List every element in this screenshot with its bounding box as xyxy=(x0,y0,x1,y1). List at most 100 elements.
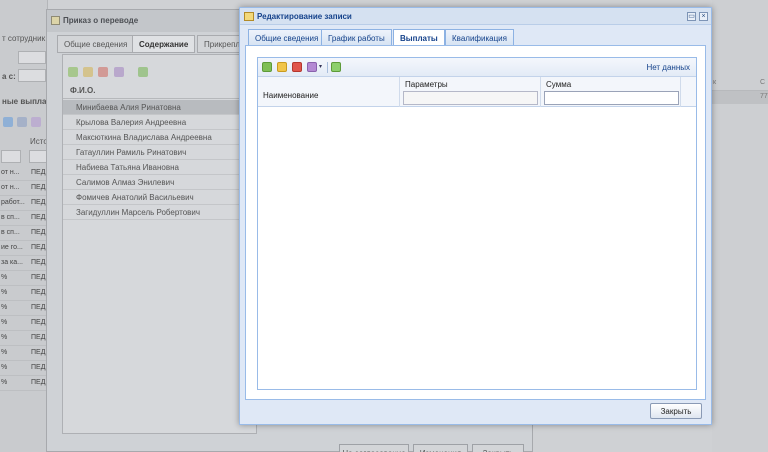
background-right-col2: С xyxy=(760,79,766,86)
column-sum[interactable]: Сумма xyxy=(541,77,681,107)
person-row: Гатауллин Рамиль Ринатович xyxy=(63,145,256,160)
date-label: а с: xyxy=(2,72,16,81)
background-dialog-title-text: Приказ о переводе xyxy=(63,16,139,25)
toolbar-separator xyxy=(327,62,328,73)
parameters-filter-input[interactable] xyxy=(403,91,538,105)
sum-filter-input[interactable] xyxy=(544,91,679,105)
background-row-name: % xyxy=(1,319,8,326)
background-row: % ПЕД xyxy=(0,316,48,331)
column-name[interactable]: Наименование xyxy=(258,77,400,107)
add-icon xyxy=(68,67,78,77)
background-row-name: в сп... xyxy=(1,214,20,221)
background-row-source: ПЕД xyxy=(31,364,46,371)
bg-tab-content: Содержание xyxy=(132,35,196,53)
background-row-name: ие го... xyxy=(1,244,23,251)
background-row-name: % xyxy=(1,334,8,341)
background-field-2 xyxy=(18,69,46,82)
dialog-titlebar[interactable]: Редактирование записи ▭ × xyxy=(240,8,711,25)
background-row: от н... ПЕД xyxy=(0,166,48,181)
person-row: Максюткина Владислава Андреевна xyxy=(63,130,256,145)
background-row-name: за ка... xyxy=(1,259,23,266)
person-row: Загидуллин Марсель Робертович xyxy=(63,205,256,220)
more-icon xyxy=(114,67,124,77)
background-row-source: ПЕД xyxy=(31,214,46,221)
background-row-source: ПЕД xyxy=(31,244,46,251)
background-row: в сп... ПЕД xyxy=(0,211,48,226)
background-right-selected: 77 xyxy=(712,91,768,104)
background-row-name: % xyxy=(1,364,8,371)
add-icon[interactable] xyxy=(262,62,272,72)
background-field-1 xyxy=(18,51,46,64)
background-row: в сп... ПЕД xyxy=(0,226,48,241)
background-row: от н... ПЕД xyxy=(0,181,48,196)
background-right-header: к С xyxy=(712,76,768,91)
tab-qualification[interactable]: Квалификация xyxy=(445,29,514,45)
background-row-source: ПЕД xyxy=(31,199,46,206)
person-row: Крылова Валерия Андреевна xyxy=(63,115,256,130)
background-row-source: ПЕД xyxy=(31,184,46,191)
refresh-icon xyxy=(3,117,13,127)
background-row-name: от н... xyxy=(1,169,20,176)
background-row-source: ПЕД xyxy=(31,304,46,311)
bg-close-button: Закрыть xyxy=(472,444,524,452)
background-employees-panel: Ф.И.О. Минибаева Алия Ринатовна Крылова В… xyxy=(62,54,257,434)
dialog-body: ▾ Нет данных Наименование Параметры Сумм… xyxy=(245,45,706,400)
dialog-icon xyxy=(244,12,254,21)
section-title: ные выплат xyxy=(2,97,51,106)
background-row: % ПЕД xyxy=(0,346,48,361)
delete-icon xyxy=(98,67,108,77)
more-icon[interactable] xyxy=(307,62,317,72)
close-button[interactable]: Закрыть xyxy=(650,403,702,419)
background-row: работ... ПЕД xyxy=(0,196,48,211)
payments-grid-panel: ▾ Нет данных Наименование Параметры Сумм… xyxy=(257,57,697,390)
header-scroll-spacer xyxy=(681,77,697,107)
background-right-col1: к xyxy=(713,79,717,86)
column-parameters-label: Параметры xyxy=(405,80,448,89)
background-row-source: ПЕД xyxy=(31,349,46,356)
background-row-name: % xyxy=(1,289,8,296)
background-row: % ПЕД xyxy=(0,271,48,286)
dialog-title: Редактирование записи xyxy=(257,12,352,21)
bg-tab-general: Общие сведения xyxy=(57,35,135,53)
background-row-source: ПЕД xyxy=(31,229,46,236)
edit-icon[interactable] xyxy=(277,62,287,72)
refresh-icon[interactable] xyxy=(331,62,341,72)
background-row-source: ПЕД xyxy=(31,289,46,296)
background-row-name: от н... xyxy=(1,184,20,191)
background-row: % ПЕД xyxy=(0,376,48,391)
employees-label: т сотрудник xyxy=(2,34,46,43)
column-sum-label: Сумма xyxy=(546,80,572,89)
background-row: за ка... ПЕД xyxy=(0,256,48,271)
no-data-text: Нет данных xyxy=(646,63,690,72)
background-left-panel: т сотрудник а с: ные выплат Исто от н...… xyxy=(0,0,51,452)
maximize-icon[interactable]: ▭ xyxy=(687,12,696,21)
edit-record-dialog: Редактирование записи ▭ × Общие сведения… xyxy=(239,7,712,425)
column-name-label: Наименование xyxy=(263,91,319,100)
tab-general[interactable]: Общие сведения xyxy=(248,29,326,45)
background-row-source: ПЕД xyxy=(31,379,46,386)
delete-icon[interactable] xyxy=(292,62,302,72)
refresh-icon xyxy=(138,67,148,77)
background-row: % ПЕД xyxy=(0,286,48,301)
bg-changes-button: Изменения xyxy=(413,444,468,452)
tab-payments[interactable]: Выплаты xyxy=(393,29,445,46)
person-row: Набиева Татьяна Ивановна xyxy=(63,160,256,175)
tab-schedule[interactable]: График работы xyxy=(321,29,392,45)
bg-approve-button: На согласование xyxy=(339,444,409,452)
background-row-source: ПЕД xyxy=(31,319,46,326)
background-row-name: % xyxy=(1,349,8,356)
person-row: Салимов Алмаз Энилевич xyxy=(63,175,256,190)
column-parameters[interactable]: Параметры xyxy=(400,77,541,107)
background-right-value: 77 xyxy=(760,93,768,100)
person-row: Минибаева Алия Ринатовна xyxy=(63,100,256,115)
background-filter-2 xyxy=(29,150,47,163)
background-row: % ПЕД xyxy=(0,301,48,316)
close-icon[interactable]: × xyxy=(699,12,708,21)
chevron-down-icon[interactable]: ▾ xyxy=(319,63,322,70)
document-icon xyxy=(51,16,60,25)
background-row-name: % xyxy=(1,274,8,281)
edit-icon xyxy=(83,67,93,77)
background-row-source: ПЕД xyxy=(31,169,46,176)
background-row-source: ПЕД xyxy=(31,334,46,341)
background-row-source: ПЕД xyxy=(31,274,46,281)
